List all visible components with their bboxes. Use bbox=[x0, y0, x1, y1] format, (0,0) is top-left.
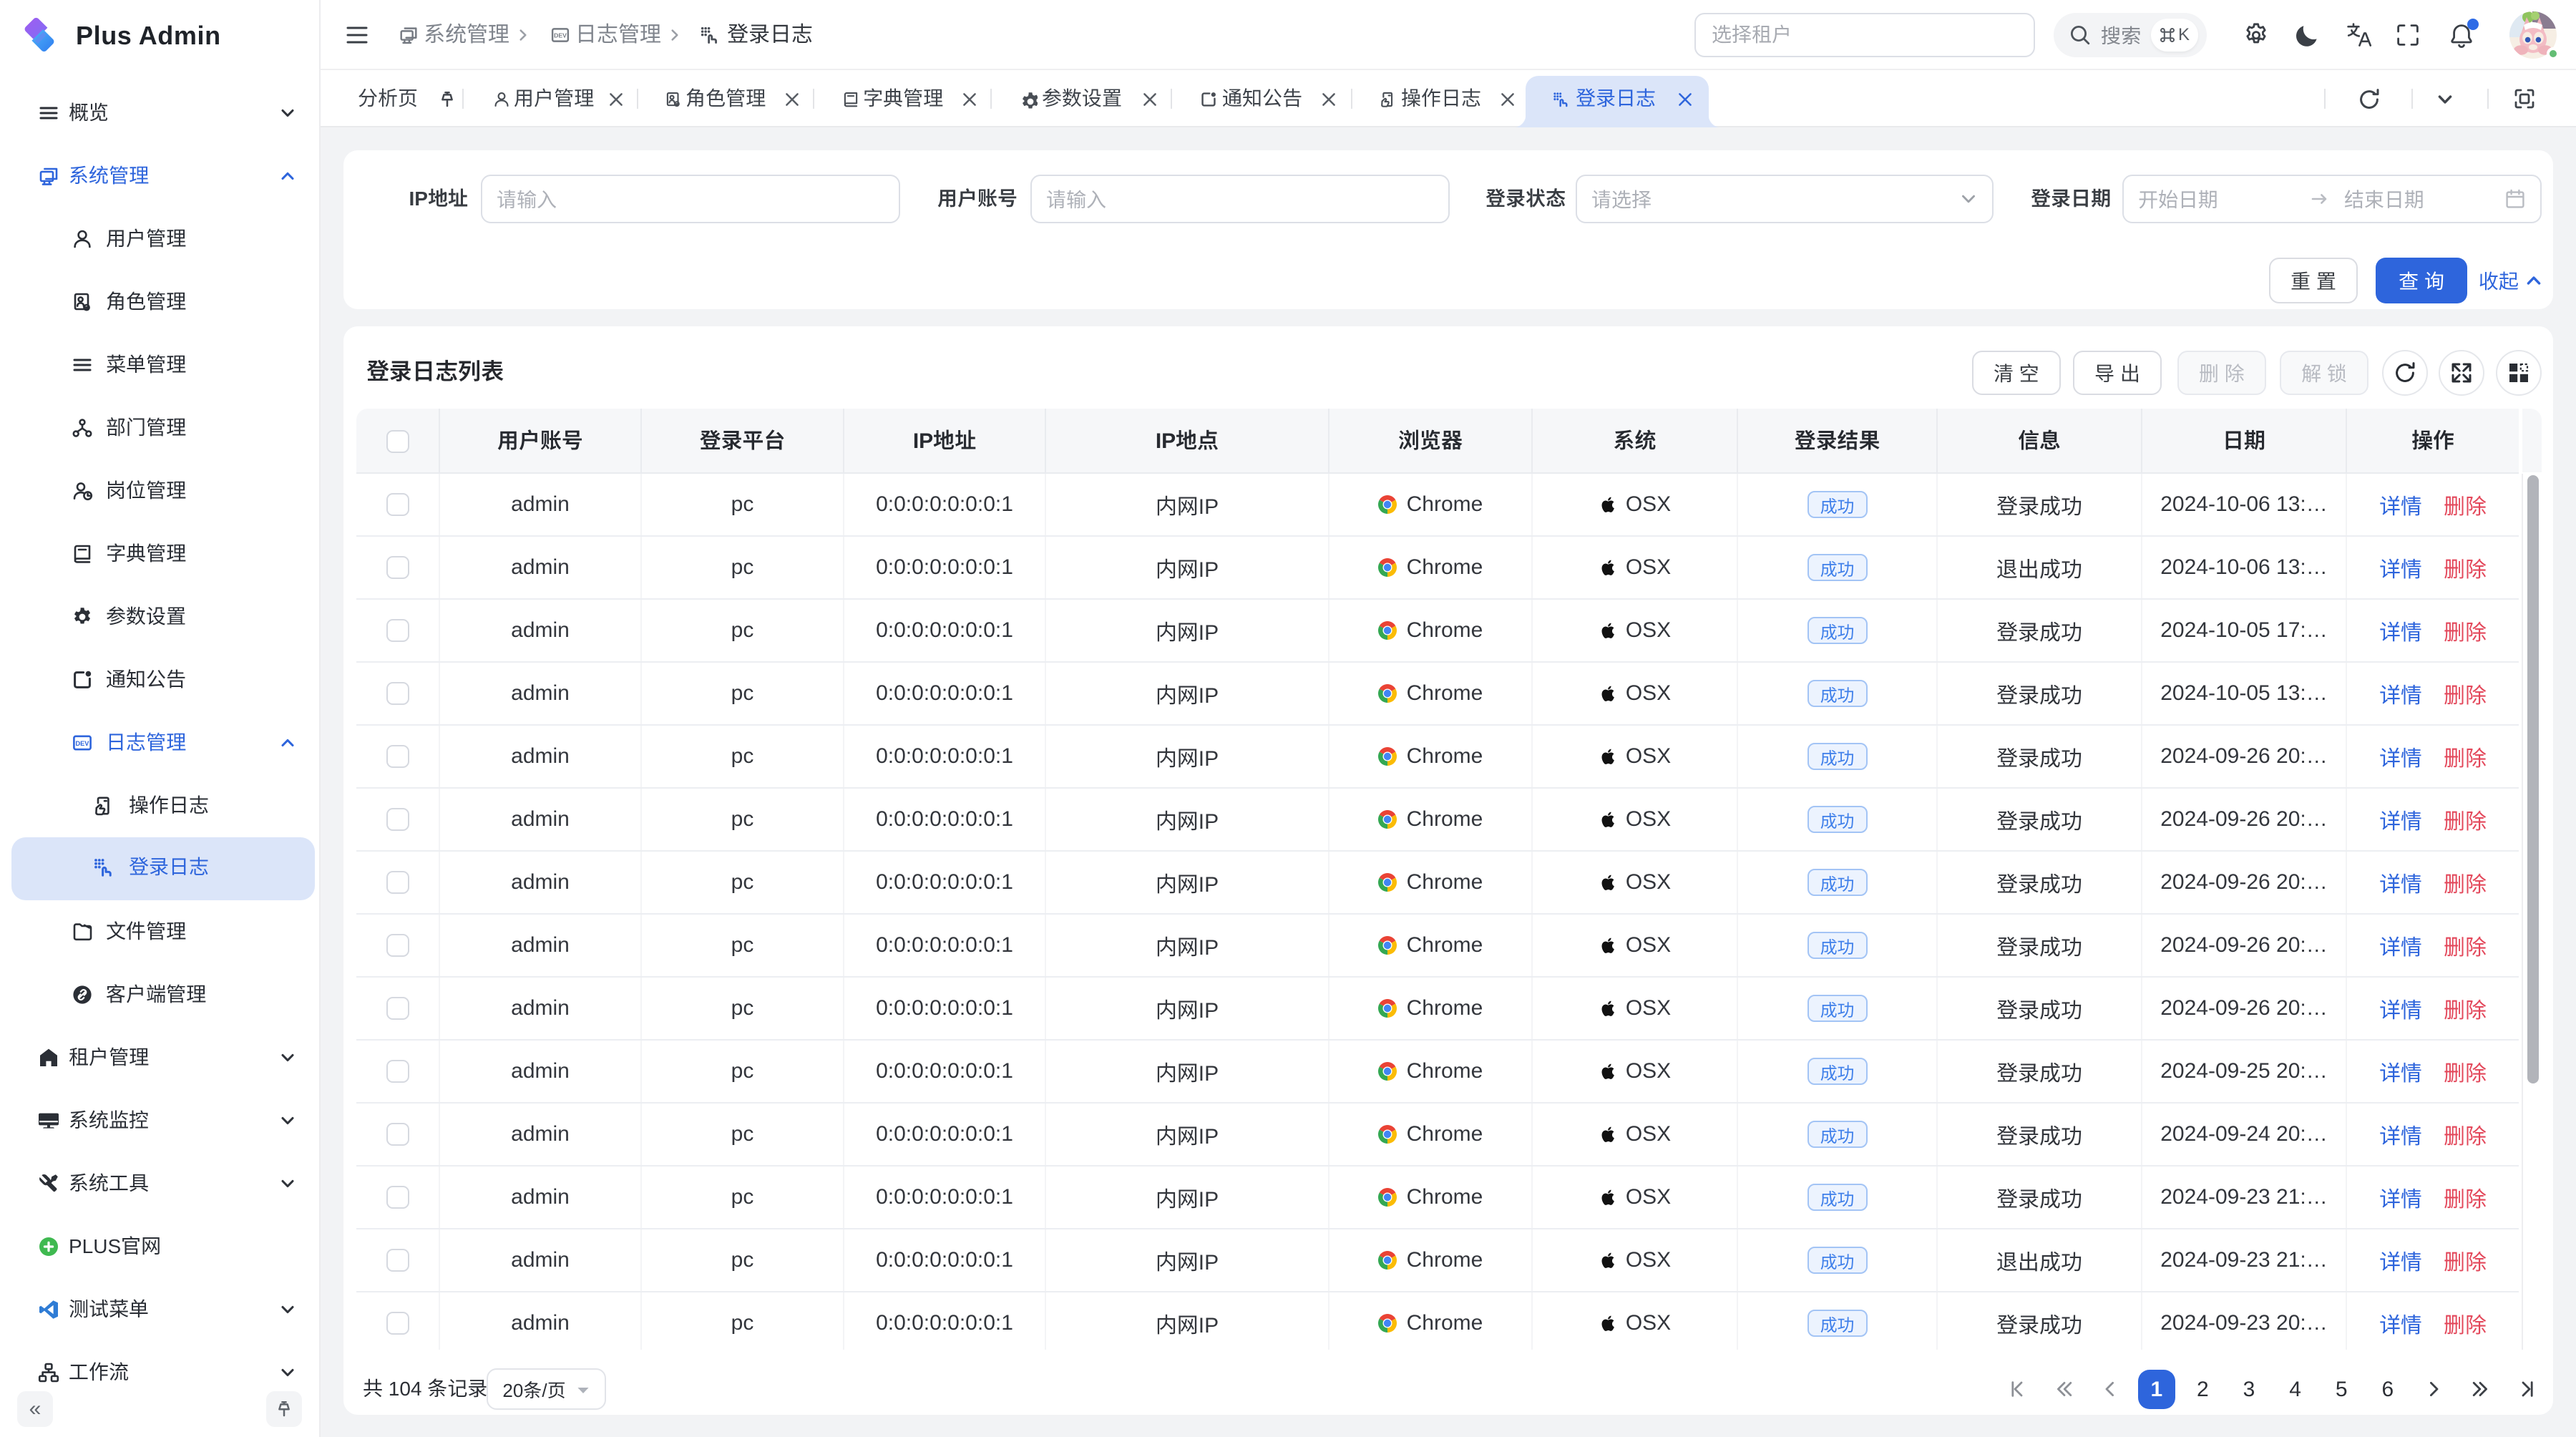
svg-text:DEV: DEV bbox=[554, 32, 567, 39]
svg-text:DEV: DEV bbox=[76, 740, 90, 747]
